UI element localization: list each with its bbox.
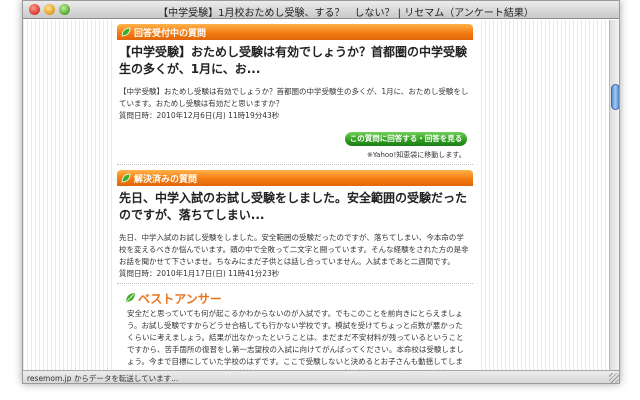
yahoo-redirect-note: ※Yahoo!知恵袋に移動します。 xyxy=(367,151,466,159)
page-viewport[interactable]: 回答受付中の質問 【中学受験】おためし受験は有効でしょうか？首都圏の中学受験生の… xyxy=(23,20,609,370)
leaf-icon xyxy=(126,293,135,302)
best-answer-label: ベストアンサー xyxy=(138,292,222,306)
solved-question-body: 先日、中学入試のお試し受験をしました。安全範囲の受験だったのですが、落ちてしまい… xyxy=(119,233,469,266)
zoom-icon[interactable] xyxy=(59,4,70,15)
minimize-icon[interactable] xyxy=(44,4,55,15)
title-bar[interactable]: 【中学受験】1月校おためし受験、する？ しない？ | リセマム（アンケート結果） xyxy=(23,1,619,19)
scrollbar-thumb[interactable] xyxy=(611,84,619,110)
question-body: 【中学受験】おためし受験は有効でしょうか？首都圏の中学受験生の多くが、1月に、お… xyxy=(119,87,469,108)
question-title-link[interactable]: 【中学受験】おためし受験は有効でしょうか？首都圏の中学受験生の多くが、1月に、お… xyxy=(119,44,471,78)
section-label: 解決済みの質問 xyxy=(134,175,198,185)
section-label: 回答受付中の質問 xyxy=(134,29,207,39)
status-bar: resemom.jp からデータを転送しています... xyxy=(23,370,619,383)
separator xyxy=(117,164,473,165)
leaf-icon xyxy=(121,27,131,37)
page-content: 回答受付中の質問 【中学受験】おためし受験は有効でしょうか？首都圏の中学受験生の… xyxy=(115,20,481,370)
page-background-right xyxy=(481,20,609,370)
window-title: 【中学受験】1月校おためし受験、する？ しない？ | リセマム（アンケート結果） xyxy=(158,8,534,19)
leaf-icon xyxy=(121,173,131,183)
section-header-solved-question: 解決済みの質問 xyxy=(117,170,473,186)
page-background-left xyxy=(23,20,115,370)
browser-window: 【中学受験】1月校おためし受験、する？ しない？ | リセマム（アンケート結果）… xyxy=(22,0,620,384)
solved-question-title-link[interactable]: 先日、中学入試のお試し受験をしました。安全範囲の受験だったのですが、落ちてしまい… xyxy=(119,190,471,224)
separator xyxy=(117,283,473,284)
section-header-open-question: 回答受付中の質問 xyxy=(117,24,473,40)
solved-question-date: 質問日時：2010年1月17日(日) 11時41分23秒 xyxy=(119,269,280,278)
best-answer-body: 安全だと思っていても何が起こるかわからないのが入試です。でもこのことを前向きにと… xyxy=(127,309,464,370)
answer-question-button[interactable]: この質問に回答する・回答を見る xyxy=(345,132,467,146)
resize-grip-icon[interactable] xyxy=(609,373,619,383)
vertical-scrollbar[interactable] xyxy=(609,20,619,370)
close-icon[interactable] xyxy=(29,4,40,15)
status-text: resemom.jp からデータを転送しています... xyxy=(27,374,179,383)
question-date: 質問日時：2010年12月6日(月) 11時19分43秒 xyxy=(119,111,280,120)
